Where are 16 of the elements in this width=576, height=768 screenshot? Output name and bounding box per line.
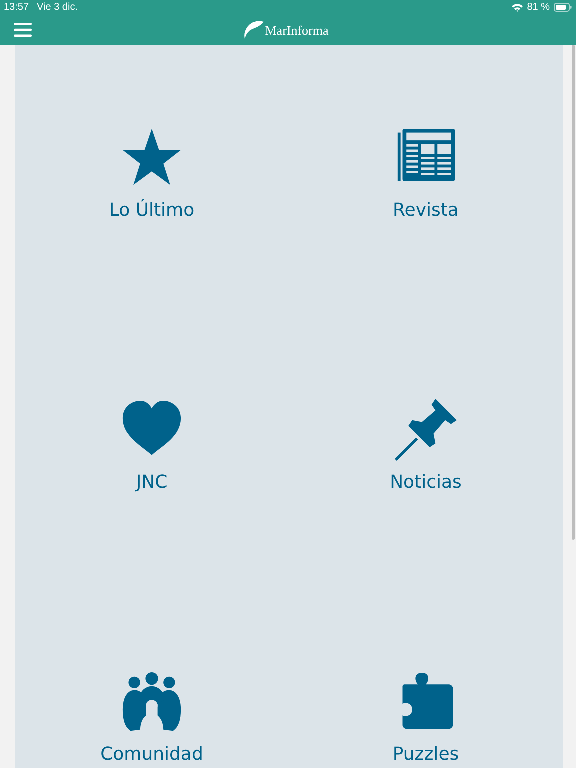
status-date: Vie 3 dic. (37, 1, 78, 15)
battery-icon (554, 3, 572, 12)
wifi-icon (512, 4, 524, 12)
menu-icon[interactable] (14, 23, 32, 37)
tile-label[interactable]: Puzzles (392, 743, 460, 767)
tile-label[interactable]: Noticias (390, 471, 462, 495)
tile-label[interactable]: Lo Último (109, 199, 195, 223)
tile-label[interactable]: Revista (393, 199, 459, 223)
battery-percent: 81 % (527, 1, 550, 15)
tile-label[interactable]: Comunidad (100, 743, 204, 767)
pushpin-icon[interactable] (394, 399, 458, 461)
people-group-icon[interactable] (120, 671, 184, 733)
tile-label[interactable]: JNC (136, 471, 168, 495)
app-title: MarInforma (265, 22, 329, 40)
logo-icon (243, 20, 266, 40)
status-time: 13:57 (4, 1, 30, 15)
